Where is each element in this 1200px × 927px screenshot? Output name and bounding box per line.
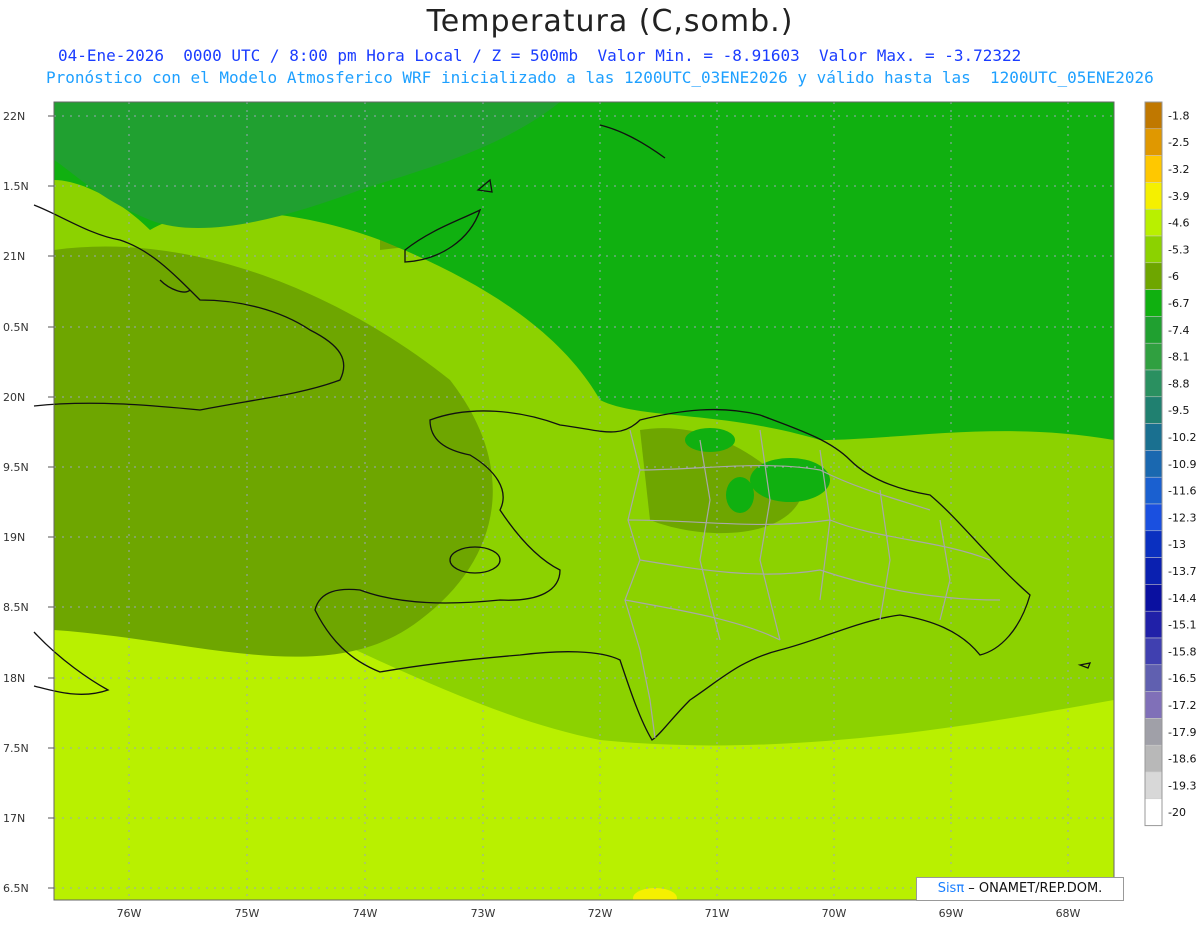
lon-label: 68W [1056,907,1081,920]
colorbar-swatch [1144,584,1163,612]
colorbar-label: -15.8 [1168,645,1196,658]
colorbar-label: -12.3 [1168,511,1196,524]
colorbar-label: -7.4 [1168,324,1189,337]
colorbar-swatch [1144,610,1163,639]
colorbar-label: -3.2 [1168,163,1189,176]
colorbar-swatch [1144,155,1163,183]
lat-label: 8.5N [3,601,29,614]
lon-label: 76W [117,907,142,920]
lat-label: 22N [3,110,25,123]
colorbar-swatch [1144,262,1163,290]
lat-label: 17N [3,812,25,825]
colorbar-swatch [1144,798,1163,826]
colorbar-label: -14.4 [1168,592,1196,605]
temperature-map: 22N 1.5N 21N 0.5N 20N 9.5N 19N 8.5N 18N … [3,101,1196,920]
lat-label: 0.5N [3,321,29,334]
brand-logo-text: Sisπ [937,881,965,896]
colorbar-swatch [1144,557,1163,585]
colorbar-label: -10.9 [1168,458,1196,471]
lat-label: 21N [3,250,25,263]
colorbar-swatch [1144,235,1163,264]
colorbar-swatch [1144,530,1163,558]
temperature-field [54,102,1114,900]
colorbar-swatch [1144,718,1163,746]
colorbar-swatch [1144,208,1163,237]
lat-label: 1.5N [3,180,29,193]
lat-label: 19N [3,531,25,544]
colorbar-swatch [1144,128,1163,156]
colorbar-swatch [1144,101,1163,130]
colorbar-label: -19.3 [1168,779,1196,792]
colorbar-label: -18.6 [1168,753,1196,766]
lat-label: 6.5N [3,882,29,895]
colorbar-label: -6 [1168,270,1179,283]
colorbar-label: -6.7 [1168,297,1189,310]
colorbar-swatch [1144,691,1163,719]
lon-label: 69W [939,907,964,920]
colorbar-swatch [1144,503,1163,532]
colorbar: -1.8 -2.5 -3.2 -3.9 -4.6 -5.3 -6 -6.7 -7.4 -8.1 -8… [1144,101,1196,827]
lon-label: 72W [588,907,613,920]
lat-label: 9.5N [3,461,29,474]
lon-label: 74W [353,907,378,920]
colorbar-label: -11.6 [1168,485,1196,498]
colorbar-label: -4.6 [1168,217,1189,230]
lon-label: 71W [705,907,730,920]
credit-box: Sisπ – ONAMET/REP.DOM. [916,877,1124,901]
colorbar-swatch [1144,744,1163,773]
colorbar-label: -13.7 [1168,565,1196,578]
lon-label: 75W [235,907,260,920]
colorbar-swatch [1144,342,1163,371]
lon-label: 73W [471,907,496,920]
colorbar-label: -20 [1168,806,1186,819]
colorbar-label: -8.1 [1168,351,1189,364]
colorbar-label: -15.1 [1168,619,1196,632]
longitude-labels: 76W 75W 74W 73W 72W 71W 70W 69W 68W [117,907,1081,920]
colorbar-label: -17.2 [1168,699,1196,712]
colorbar-label: -8.8 [1168,377,1189,390]
credit-text: – ONAMET/REP.DOM. [964,881,1103,896]
colorbar-label: -16.5 [1168,672,1196,685]
colorbar-swatch [1144,369,1163,398]
colorbar-swatch [1144,771,1163,800]
colorbar-label: -1.8 [1168,109,1189,122]
colorbar-swatch [1144,637,1163,666]
lon-label: 70W [822,907,847,920]
colorbar-label: -3.9 [1168,190,1189,203]
latitude-labels: 22N 1.5N 21N 0.5N 20N 9.5N 19N 8.5N 18N … [3,110,29,895]
colorbar-label: -10.2 [1168,431,1196,444]
colorbar-label: -17.9 [1168,726,1196,739]
colorbar-label: -2.5 [1168,136,1189,149]
colorbar-swatch [1144,396,1163,424]
lat-label: 20N [3,391,25,404]
colorbar-swatch [1144,664,1163,692]
colorbar-swatch [1144,476,1163,505]
colorbar-label: -9.5 [1168,404,1189,417]
colorbar-swatch [1144,316,1163,344]
colorbar-label: -13 [1168,538,1186,551]
colorbar-swatch [1144,289,1163,317]
colorbar-swatch [1144,423,1163,451]
colorbar-label: -5.3 [1168,243,1189,256]
lat-label: 18N [3,672,25,685]
lat-label: 7.5N [3,742,29,755]
colorbar-swatch [1144,450,1163,478]
colorbar-swatch [1144,182,1163,210]
